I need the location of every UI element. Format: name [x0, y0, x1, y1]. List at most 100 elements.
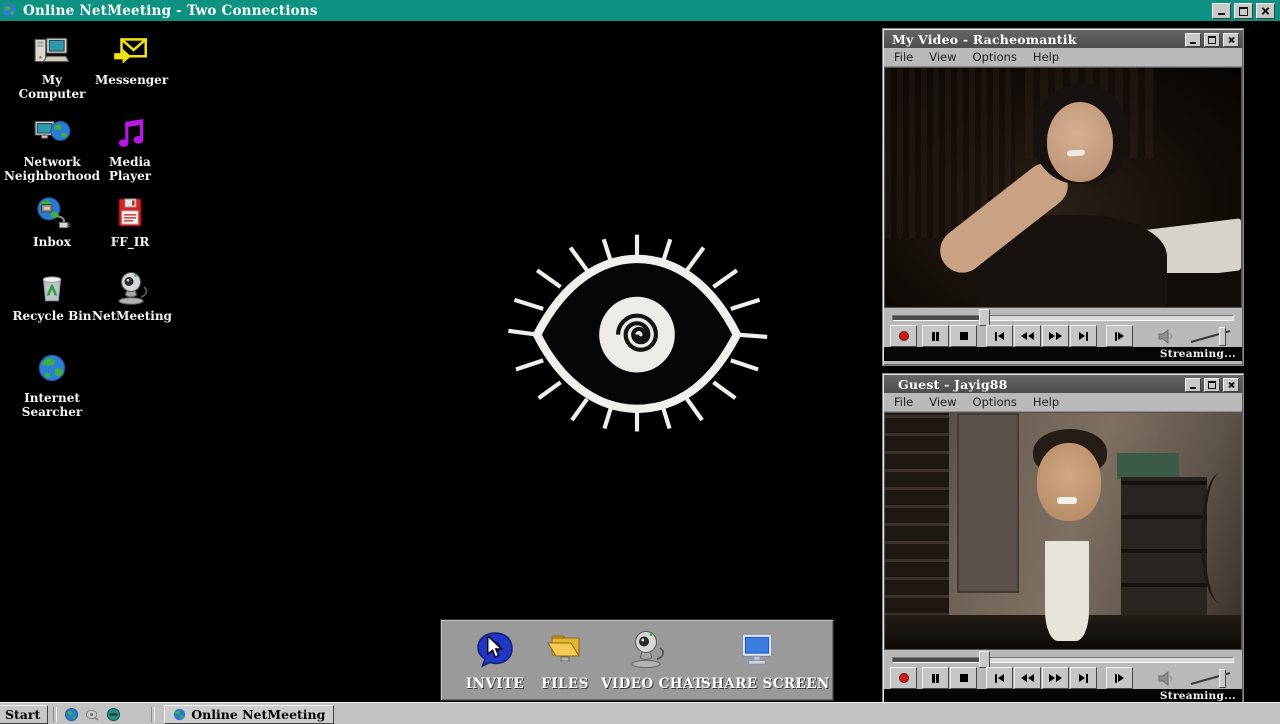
- desktop-icon-recycle-bin[interactable]: Recycle Bin: [6, 268, 98, 323]
- menu-help[interactable]: Help: [1033, 50, 1059, 64]
- taskbar-separator: [53, 707, 57, 722]
- audio-cluster: [1158, 667, 1234, 689]
- fast-forward-button[interactable]: [1042, 325, 1069, 347]
- skip-forward-button[interactable]: [1070, 325, 1097, 347]
- close-button[interactable]: [1223, 378, 1239, 392]
- fast-forward-button[interactable]: [1042, 667, 1069, 689]
- desktop-screen: Online NetMeeting - Two Connections My C…: [0, 0, 1280, 724]
- skip-back-icon: [995, 332, 997, 341]
- muted-speaker-icon[interactable]: [1158, 329, 1178, 344]
- tshirt-shape: [1045, 541, 1089, 641]
- my-video-seekbar[interactable]: [884, 308, 1242, 325]
- stop-button[interactable]: [950, 667, 977, 689]
- pause-button[interactable]: [922, 667, 949, 689]
- close-button[interactable]: [1223, 33, 1239, 47]
- step-forward-icon: [1115, 332, 1117, 341]
- files-button[interactable]: FILES: [537, 628, 593, 692]
- media-player-note-icon: [98, 114, 162, 152]
- skip-back-button[interactable]: [986, 667, 1013, 689]
- main-window-controls: [1212, 3, 1275, 19]
- volume-thumb[interactable]: [1219, 327, 1226, 346]
- menu-options[interactable]: Options: [973, 50, 1017, 64]
- floppy-disk-icon: [100, 194, 160, 232]
- green-box-shape: [1117, 453, 1179, 479]
- pause-button[interactable]: [922, 325, 949, 347]
- record-button[interactable]: [890, 325, 917, 347]
- icon-label: Network Neighborhood: [0, 155, 104, 183]
- record-button[interactable]: [890, 667, 917, 689]
- seek-fill: [893, 658, 985, 662]
- menu-file[interactable]: File: [894, 50, 913, 64]
- minimize-button[interactable]: [1185, 33, 1201, 47]
- pause-icon: [932, 332, 935, 341]
- start-button[interactable]: Start: [0, 705, 48, 724]
- maximize-button[interactable]: [1204, 33, 1220, 47]
- menu-view[interactable]: View: [929, 395, 956, 409]
- internet-globe-icon[interactable]: [64, 707, 79, 722]
- streaming-status: Streaming...: [1160, 348, 1236, 360]
- volume-thumb[interactable]: [1219, 669, 1226, 688]
- guest-video-feed: [884, 412, 1242, 650]
- guest-video-title: Guest - Jayig88: [898, 377, 1008, 392]
- stop-button[interactable]: [950, 325, 977, 347]
- taskbar-separator: [151, 707, 155, 722]
- rewind-button[interactable]: [1014, 325, 1041, 347]
- my-video-controls: [1185, 33, 1239, 47]
- face-shape: [1037, 443, 1101, 521]
- skip-forward-button[interactable]: [1070, 667, 1097, 689]
- minimize-button[interactable]: [1185, 378, 1201, 392]
- desktop-icon-inbox[interactable]: Inbox: [16, 194, 88, 249]
- desktop-icon-netmeeting[interactable]: NetMeeting: [92, 268, 172, 323]
- mouse-cursor: [486, 636, 504, 664]
- internet-globe-icon: [12, 350, 92, 388]
- rewind-icon: [1021, 674, 1027, 682]
- minimize-button[interactable]: [1212, 3, 1231, 19]
- main-window-titlebar[interactable]: Online NetMeeting - Two Connections: [0, 0, 1280, 21]
- task-button-netmeeting[interactable]: Online NetMeeting: [164, 705, 334, 724]
- menu-help[interactable]: Help: [1033, 395, 1059, 409]
- share-screen-monitor-icon: [701, 628, 813, 670]
- step-forward-button[interactable]: [1106, 667, 1133, 689]
- muted-speaker-icon[interactable]: [1158, 671, 1178, 686]
- menu-options[interactable]: Options: [973, 395, 1017, 409]
- icon-label: Media Player: [98, 155, 162, 183]
- pause-icon: [932, 674, 935, 683]
- maximize-button[interactable]: [1204, 378, 1220, 392]
- guest-video-titlebar[interactable]: Guest - Jayig88: [884, 375, 1242, 393]
- icon-label: FF_IR: [100, 235, 160, 249]
- my-video-statusbar: Streaming...: [884, 347, 1242, 361]
- exercise-bike-shape: [1201, 473, 1239, 603]
- desktop-icon-media-player[interactable]: Media Player: [98, 114, 162, 183]
- desktop-icon-ff-ir[interactable]: FF_IR: [100, 194, 160, 249]
- desktop-icon-messenger[interactable]: Messenger: [95, 32, 167, 87]
- files-folder-icon: [537, 628, 593, 670]
- fast-forward-icon: [1049, 332, 1055, 340]
- menu-file[interactable]: File: [894, 395, 913, 409]
- close-button[interactable]: [1256, 3, 1275, 19]
- seek-thumb[interactable]: [979, 309, 990, 326]
- face-shape: [1047, 102, 1113, 182]
- desktop-icon-network-neighborhood[interactable]: Network Neighborhood: [0, 114, 104, 183]
- seek-thumb[interactable]: [979, 651, 990, 668]
- files-label: FILES: [537, 676, 593, 692]
- menu-view[interactable]: View: [929, 50, 956, 64]
- guest-video-statusbar: Streaming...: [884, 689, 1242, 702]
- volume-slider[interactable]: [1188, 668, 1234, 688]
- satellite-dish-icon[interactable]: [85, 707, 100, 722]
- desktop-icon-internet-searcher[interactable]: Internet Searcher: [12, 350, 92, 419]
- share-screen-button[interactable]: SHARE SCREEN: [701, 628, 813, 692]
- maximize-button[interactable]: [1234, 3, 1253, 19]
- guest-video-seekbar[interactable]: [884, 650, 1242, 667]
- skip-back-button[interactable]: [986, 325, 1013, 347]
- smile-shape: [1057, 497, 1077, 504]
- volume-ramp-icon: [1188, 668, 1234, 688]
- rewind-button[interactable]: [1014, 667, 1041, 689]
- desktop-icon-my-computer[interactable]: My Computer: [12, 32, 92, 101]
- my-video-titlebar[interactable]: My Video - Racheomantik: [884, 30, 1242, 48]
- maximize-icon: [1208, 381, 1216, 389]
- dark-globe-icon[interactable]: [106, 707, 121, 722]
- taskbar: Start Online N: [0, 702, 1280, 724]
- step-forward-button[interactable]: [1106, 325, 1133, 347]
- video-chat-button[interactable]: VIDEO CHAT: [601, 628, 693, 692]
- volume-slider[interactable]: [1188, 326, 1234, 346]
